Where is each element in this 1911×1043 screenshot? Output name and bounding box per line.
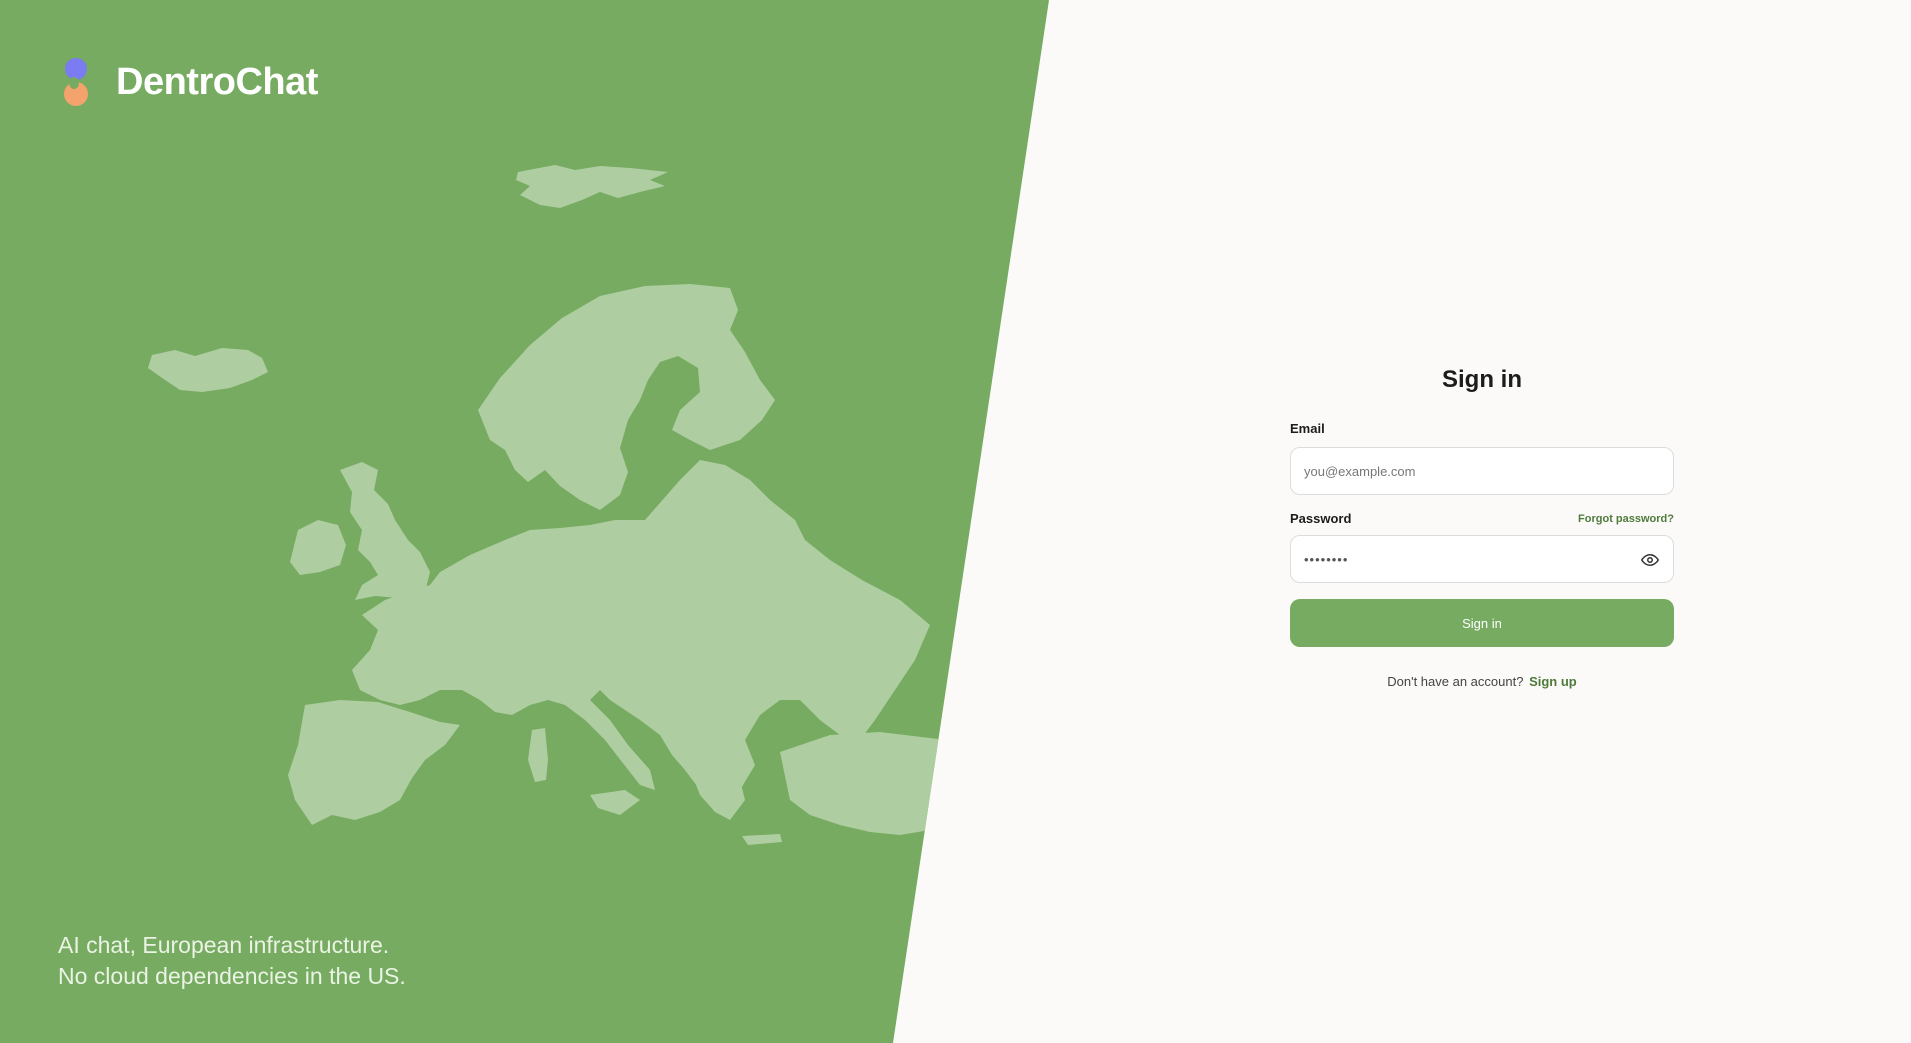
- map-svalbard: [516, 165, 668, 208]
- map-great-britain: [340, 462, 430, 600]
- eye-icon[interactable]: [1640, 550, 1660, 570]
- page-title: Sign in: [1442, 366, 1522, 393]
- tagline-line-1: AI chat, European infrastructure.: [58, 932, 390, 958]
- password-label: Password: [1290, 511, 1352, 526]
- map-iceland: [148, 348, 268, 392]
- sign-up-link[interactable]: Sign up: [1529, 674, 1577, 689]
- map-sardinia: [528, 728, 548, 782]
- map-sicily: [590, 790, 640, 815]
- sign-in-form: Sign in Email Password Forgot password? …: [1290, 366, 1674, 689]
- tagline-line-2: No cloud dependencies in the US.: [58, 963, 406, 989]
- password-field[interactable]: [1290, 535, 1674, 583]
- sign-in-button[interactable]: Sign in: [1290, 599, 1674, 647]
- no-account-text: Don't have an account?: [1387, 674, 1524, 689]
- brand: DentroChat: [62, 58, 318, 106]
- map-iberia: [288, 700, 460, 825]
- forgot-password-link[interactable]: Forgot password?: [1578, 513, 1674, 525]
- map-ireland: [290, 520, 346, 575]
- map-turkey: [780, 732, 960, 835]
- password-group: Password Forgot password?: [1290, 511, 1674, 583]
- email-label: Email: [1290, 421, 1325, 436]
- map-crete: [742, 834, 782, 845]
- logo-dot-orange: [64, 77, 88, 106]
- email-field[interactable]: [1290, 447, 1674, 495]
- hero-tagline: AI chat, European infrastructure. No clo…: [58, 930, 406, 992]
- password-wrap: [1290, 526, 1674, 583]
- two-dots-logo-icon: [62, 58, 90, 106]
- brand-name: DentroChat: [116, 60, 318, 103]
- password-label-row: Password Forgot password?: [1290, 511, 1674, 526]
- email-group: Email: [1290, 420, 1674, 495]
- signup-row: Don't have an account? Sign up: [1290, 674, 1674, 689]
